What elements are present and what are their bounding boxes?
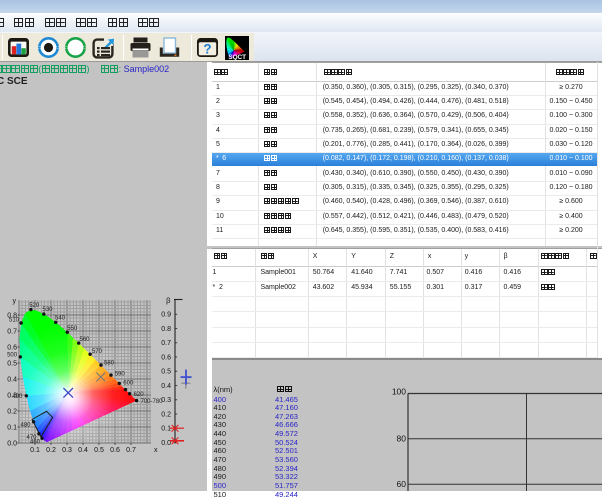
svg-text:SQCT: SQCT bbox=[228, 54, 246, 60]
svg-text:?: ? bbox=[203, 41, 211, 56]
